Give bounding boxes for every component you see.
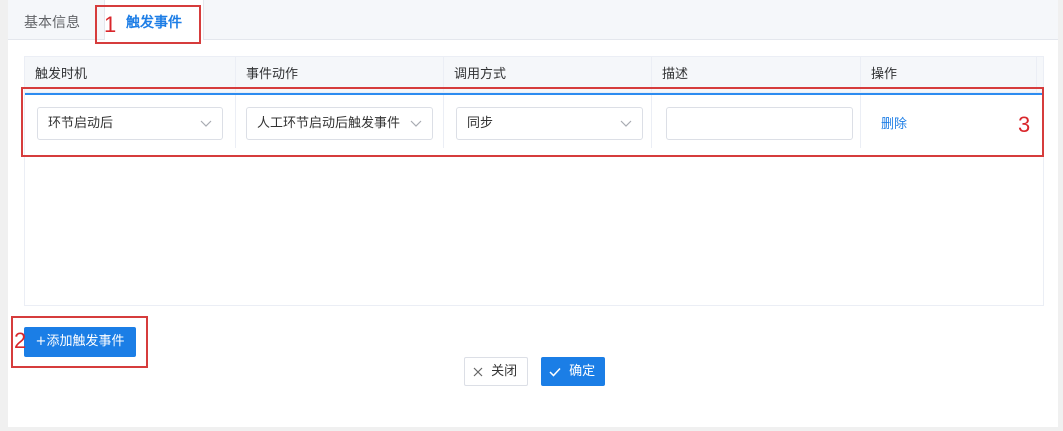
annotation-number-1: 1 xyxy=(104,12,117,37)
tab-basic-info[interactable]: 基本信息 xyxy=(24,0,80,40)
check-icon xyxy=(549,367,561,377)
confirm-button[interactable]: 确定 xyxy=(541,357,605,386)
annotation-number-3: 3 xyxy=(1018,112,1031,137)
close-icon xyxy=(473,367,483,376)
close-button[interactable]: 关闭 xyxy=(464,357,528,386)
close-button-label: 关闭 xyxy=(491,364,518,379)
annotation-box-3 xyxy=(21,87,1044,157)
annotation-number-2: 2 xyxy=(14,328,27,353)
annotation-box-2 xyxy=(11,316,148,368)
confirm-button-label: 确定 xyxy=(569,364,596,379)
dialog-panel: 基本信息 触发事件 触发时机 事件动作 调用方式 描述 操作 环节启动后 人工环… xyxy=(8,0,1058,427)
